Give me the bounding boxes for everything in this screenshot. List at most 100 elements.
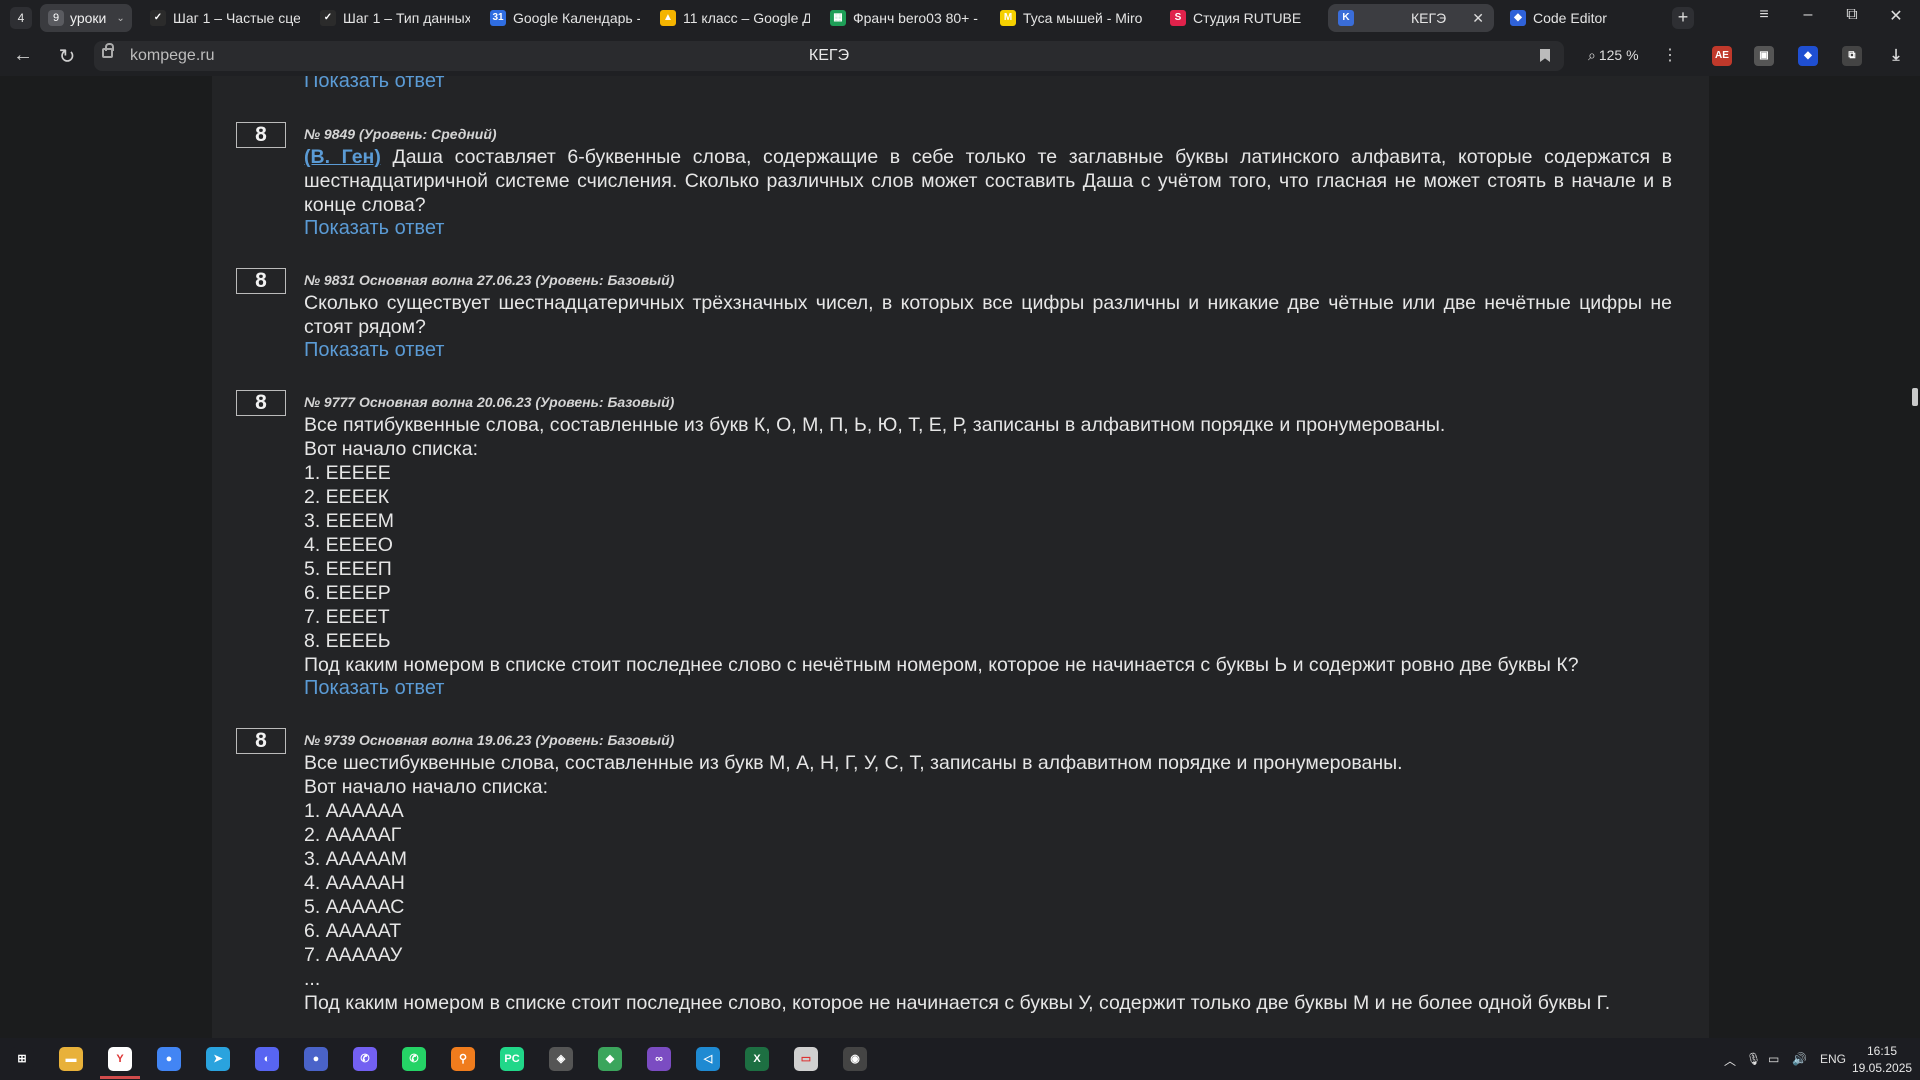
google-sheets-icon: ▦ (830, 10, 846, 26)
task-line: 7. ЕЕЕЕТ (304, 606, 390, 628)
shield-icon[interactable]: ◆ (1798, 46, 1818, 66)
file-explorer-icon[interactable]: ▬ (59, 1047, 83, 1071)
tab[interactable]: ◆ Code Editor (1500, 4, 1660, 32)
vpn-icon[interactable]: ◆ (598, 1047, 622, 1071)
obs-icon[interactable]: ◉ (843, 1047, 867, 1071)
vscode-icon[interactable]: ◁ (696, 1047, 720, 1071)
show-answer-link[interactable]: Показать ответ (304, 677, 444, 700)
url-field[interactable]: kompege.ru КЕГЭ (94, 41, 1564, 71)
task-line: Все шестибуквенные слова, составленные и… (304, 752, 1403, 774)
tab-label: Шаг 1 – Частые сце (173, 10, 300, 26)
page-title: КЕГЭ (808, 47, 850, 64)
tab[interactable]: ✓ Шаг 1 – Частые сце (140, 4, 300, 32)
zoom-icon: ⌕ (1588, 46, 1596, 63)
tab-label: Google Календарь - (513, 10, 640, 26)
task-meta: № 9777 Основная волна 20.06.23 (Уровень:… (304, 394, 675, 410)
task-line: 5. АААААС (304, 896, 405, 918)
kege-icon: K (1338, 10, 1354, 26)
task-meta: № 9849 (Уровень: Средний) (304, 126, 497, 142)
tab-group[interactable]: 9 уроки ⌄ (40, 4, 132, 32)
pycharm-icon[interactable]: PC (500, 1047, 524, 1071)
task-number: 8 (236, 268, 286, 294)
visual-studio-icon[interactable]: ∞ (647, 1047, 671, 1071)
tab-label: Студия RUTUBE (1193, 10, 1302, 26)
stepik-icon: ✓ (150, 10, 166, 26)
reload-icon[interactable]: ↻ (54, 44, 80, 69)
unity-icon[interactable]: ◈ (549, 1047, 573, 1071)
download-icon[interactable]: ⤓ (1886, 46, 1906, 66)
generic-app-icon[interactable]: ● (304, 1047, 328, 1071)
tab[interactable]: ▲ 11 класс – Google Д (650, 4, 810, 32)
task-line: 5. ЕЕЕЕП (304, 558, 392, 580)
google-drive-icon: ▲ (660, 10, 676, 26)
back-icon[interactable]: ← (10, 44, 36, 67)
task-line: Вот начало списка: (304, 438, 478, 460)
telegram-icon[interactable]: ➤ (206, 1047, 230, 1071)
whatsapp-icon[interactable]: ✆ (402, 1047, 426, 1071)
taskbar (0, 1038, 1920, 1080)
task-text: (В. Ген) Даша составляет 6-буквенные сло… (304, 145, 1672, 217)
tab-label: Франч bero03 80+ - (853, 10, 978, 26)
tab[interactable]: ▦ Франч bero03 80+ - (820, 4, 980, 32)
collections-icon[interactable]: ⧉ (1842, 46, 1862, 66)
show-answer-link[interactable]: Показать ответ (304, 339, 444, 362)
start-icon[interactable]: ⊞ (10, 1047, 34, 1071)
task-text: Сколько существует шестнадцатеричных трё… (304, 292, 1672, 338)
task-author-link[interactable]: (В. Ген) (304, 146, 381, 168)
task-line: Все пятибуквенные слова, составленные из… (304, 414, 1446, 436)
viber-icon[interactable]: ✆ (353, 1047, 377, 1071)
search-app-icon[interactable]: ⚲ (451, 1047, 475, 1071)
task-line: Вот начало начало списка: (304, 776, 549, 798)
chevron-down-icon: ⌄ (116, 12, 125, 24)
volume-icon[interactable]: 🔊 (1792, 1052, 1807, 1066)
task-line: 3. АААААМ (304, 848, 407, 870)
task-number: 8 (236, 122, 286, 148)
language-indicator[interactable]: ENG (1820, 1052, 1846, 1066)
tab[interactable]: K КЕГЭ ✕ (1328, 4, 1494, 32)
tab-label: Code Editor (1533, 10, 1607, 26)
close-tab-icon[interactable]: ✕ (1472, 10, 1484, 27)
tab-label: КЕГЭ (1411, 10, 1447, 26)
chrome-icon[interactable]: ● (157, 1047, 181, 1071)
stepik-icon: ✓ (320, 10, 336, 26)
task-line: 1. АААААА (304, 800, 404, 822)
scrollbar-thumb[interactable] (1912, 388, 1918, 406)
task-line: 3. ЕЕЕЕМ (304, 510, 394, 532)
tab-group-icon: 9 (48, 10, 64, 26)
extension-ae-icon[interactable]: AE (1712, 46, 1732, 66)
task-line: 4. АААААН (304, 872, 405, 894)
menu-icon[interactable]: ≡ (1752, 6, 1776, 24)
tasks-list: Показать ответ 8 № 9849 (Уровень: Средни… (212, 76, 1709, 1038)
task-body: Даша составляет 6-буквенные слова, содер… (304, 146, 1673, 216)
show-answer-link[interactable]: Показать ответ (304, 217, 444, 240)
minimize-icon[interactable]: – (1796, 6, 1820, 24)
zoom-indicator[interactable]: ⌕ 125 % (1588, 40, 1648, 70)
tab[interactable]: M Туса мышей - Miro (990, 4, 1150, 32)
show-answer-link[interactable]: Показать ответ (304, 76, 444, 93)
extension-icon[interactable]: ▣ (1754, 46, 1774, 66)
chevron-up-icon[interactable]: ︿ (1724, 1052, 1736, 1069)
task-line: 4. ЕЕЕЕО (304, 534, 393, 556)
excel-icon[interactable]: X (745, 1047, 769, 1071)
task-meta: № 9739 Основная волна 19.06.23 (Уровень:… (304, 732, 675, 748)
new-tab-button[interactable]: + (1672, 7, 1694, 29)
task-line: 1. ЕЕЕЕЕ (304, 462, 391, 484)
tab[interactable]: 31 Google Календарь - (480, 4, 640, 32)
tab-count-button[interactable]: 4 (10, 7, 32, 29)
restore-icon[interactable]: ⧉ (1840, 6, 1864, 24)
tab[interactable]: ✓ Шаг 1 – Тип данных (310, 4, 470, 32)
task-text: Все пятибуквенные слова, составленные из… (304, 413, 1672, 677)
miro-icon: M (1000, 10, 1016, 26)
terminal-icon[interactable]: ▭ (794, 1047, 818, 1071)
close-window-icon[interactable]: ✕ (1884, 6, 1908, 26)
clock[interactable]: 16:15 19.05.2025 (1852, 1043, 1912, 1077)
tab-label: Шаг 1 – Тип данных (343, 10, 470, 26)
yandex-browser-icon[interactable]: Y (108, 1047, 132, 1071)
google-calendar-icon: 31 (490, 10, 506, 26)
discord-icon[interactable]: ◐ (255, 1047, 279, 1071)
microphone-icon[interactable]: 🎙 (1746, 1052, 1761, 1066)
tab[interactable]: S Студия RUTUBE (1160, 4, 1320, 32)
network-icon[interactable]: ▭ (1768, 1052, 1779, 1066)
task-line: 8. ЕЕЕЕЬ (304, 630, 391, 652)
more-icon[interactable]: ⋮ (1662, 45, 1678, 65)
